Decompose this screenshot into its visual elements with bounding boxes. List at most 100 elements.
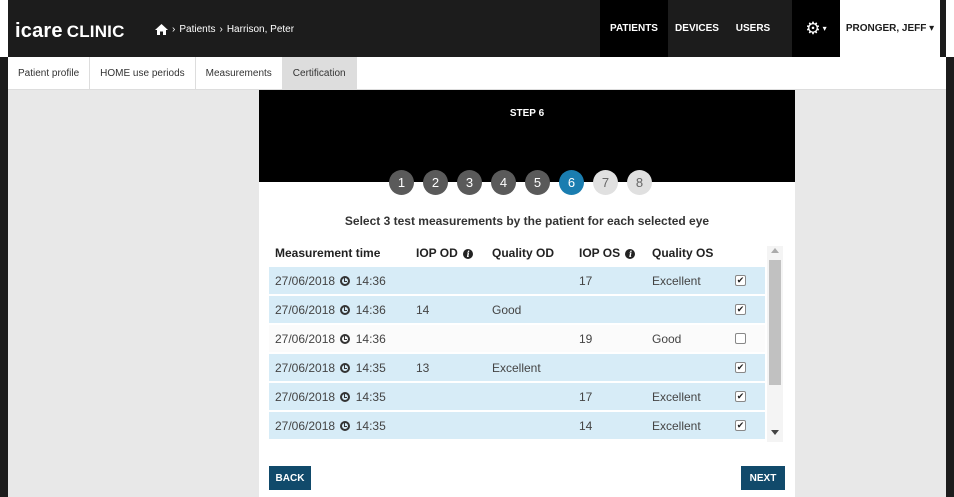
iop-od-value: 13: [416, 361, 430, 375]
row-checkbox[interactable]: ✔: [735, 420, 746, 431]
breadcrumb-patients[interactable]: Patients: [179, 24, 215, 35]
tab-patient-profile[interactable]: Patient profile: [8, 57, 91, 90]
certification-wizard: STEP 6 1 2 3 4 5 6 7 8 Select 3 test mea…: [259, 90, 795, 497]
measurement-clock-time: 14:35: [355, 390, 386, 404]
header-iop-od-label: IOP OD: [416, 246, 458, 260]
iop-od-value: 14: [416, 303, 430, 317]
table-row[interactable]: 27/06/2018 14:36 19 Good: [269, 325, 765, 353]
quality-od-value: Good: [492, 303, 522, 317]
clock-icon: [340, 363, 351, 373]
quality-os-value: Excellent: [652, 274, 701, 288]
measurement-time: 27/06/2018 14:35: [275, 419, 386, 433]
measurement-clock-time: 14:36: [355, 332, 386, 346]
info-icon[interactable]: i: [625, 248, 636, 259]
breadcrumb-separator: ›: [219, 24, 223, 35]
row-checkbox[interactable]: [735, 333, 746, 344]
tab-certification[interactable]: Certification: [282, 57, 357, 90]
quality-os-value: Excellent: [652, 390, 701, 404]
tab-measurements[interactable]: Measurements: [196, 57, 283, 90]
brand-name: icare: [15, 20, 63, 42]
row-checkbox[interactable]: ✔: [735, 275, 746, 286]
measurement-date: 27/06/2018: [275, 274, 336, 288]
header-measurement-time: Measurement time: [275, 246, 381, 260]
table-row[interactable]: 27/06/2018 14:35 13 Excellent ✔: [269, 354, 765, 382]
clock-icon: [340, 392, 351, 402]
next-button[interactable]: NEXT: [741, 466, 785, 490]
wizard-header: STEP 6: [259, 90, 795, 182]
scroll-down-icon[interactable]: [771, 430, 779, 435]
measurement-clock-time: 14:36: [355, 274, 386, 288]
table-row[interactable]: 27/06/2018 14:35 17 Excellent ✔: [269, 383, 765, 411]
breadcrumb-patient-name: Harrison, Peter: [226, 24, 295, 35]
clock-icon: [340, 334, 351, 344]
quality-od-value: Excellent: [492, 361, 541, 375]
measurement-date: 27/06/2018: [275, 390, 336, 404]
quality-os-value: Excellent: [652, 419, 701, 433]
clock-icon: [340, 276, 351, 286]
iop-os-value: 14: [579, 419, 593, 433]
clock-icon: [340, 305, 351, 315]
header-quality-od: Quality OD: [492, 246, 555, 260]
header-quality-os: Quality OS: [652, 246, 714, 260]
settings-menu[interactable]: ⚙ ▾: [792, 0, 840, 57]
header-iop-os-label: IOP OS: [579, 246, 621, 260]
right-edge: [946, 57, 954, 497]
row-checkbox[interactable]: ✔: [735, 391, 746, 402]
step-4[interactable]: 4: [491, 170, 516, 195]
measurement-date: 27/06/2018: [275, 303, 336, 317]
table-row[interactable]: 27/06/2018 14:35 14 Excellent ✔: [269, 412, 765, 440]
tab-home-use-periods[interactable]: HOME use periods: [90, 57, 196, 90]
step-8: 8: [627, 170, 652, 195]
step-title: STEP 6: [509, 108, 545, 119]
clock-icon: [340, 421, 351, 431]
header-iop-od: IOP OD i: [416, 246, 474, 260]
step-7: 7: [593, 170, 618, 195]
measurement-date: 27/06/2018: [275, 419, 336, 433]
breadcrumb: › Patients › Harrison, Peter: [155, 24, 294, 35]
instruction-text: Select 3 test measurements by the patien…: [344, 214, 710, 228]
measurement-time: 27/06/2018 14:36: [275, 303, 386, 317]
chevron-down-icon: ▾: [822, 24, 827, 33]
brand-logo[interactable]: icare CLINIC: [15, 20, 125, 43]
brand-suffix: CLINIC: [66, 22, 125, 41]
step-6-current[interactable]: 6: [559, 170, 584, 195]
measurements-table[interactable]: 27/06/2018 14:36 17 Excellent ✔ 27/06/20…: [269, 267, 765, 443]
nav-users[interactable]: USERS: [726, 0, 780, 57]
iop-os-value: 17: [579, 274, 593, 288]
table-row[interactable]: 27/06/2018 14:36 14 Good ✔: [269, 296, 765, 324]
step-1[interactable]: 1: [389, 170, 414, 195]
measurement-clock-time: 14:35: [355, 361, 386, 375]
iop-os-value: 19: [579, 332, 593, 346]
step-5[interactable]: 5: [525, 170, 550, 195]
home-icon[interactable]: [155, 24, 168, 35]
quality-os-value: Good: [652, 332, 682, 346]
breadcrumb-separator: ›: [172, 24, 176, 35]
info-icon[interactable]: i: [463, 248, 474, 259]
measurement-time: 27/06/2018 14:35: [275, 390, 386, 404]
step-2[interactable]: 2: [423, 170, 448, 195]
scroll-up-icon[interactable]: [771, 248, 779, 253]
measurement-time: 27/06/2018 14:36: [275, 332, 386, 346]
table-scrollbar[interactable]: [767, 246, 783, 442]
measurement-date: 27/06/2018: [275, 332, 336, 346]
patient-tabs: Patient profile HOME use periods Measure…: [8, 57, 946, 90]
scrollbar-thumb[interactable]: [769, 260, 781, 385]
user-menu[interactable]: PRONGER, JEFF ▾: [840, 0, 940, 57]
left-edge: [0, 57, 8, 497]
nav-devices[interactable]: DEVICES: [668, 0, 726, 57]
step-3[interactable]: 3: [457, 170, 482, 195]
measurement-clock-time: 14:35: [355, 419, 386, 433]
measurement-clock-time: 14:36: [355, 303, 386, 317]
table-header: Measurement time IOP OD i Quality OD IOP…: [269, 246, 769, 266]
gear-icon: ⚙: [805, 18, 821, 38]
step-indicator: 1 2 3 4 5 6 7 8: [389, 170, 652, 195]
header-iop-os: IOP OS i: [579, 246, 636, 260]
top-navbar: icare CLINIC › Patients › Harrison, Peter…: [8, 0, 946, 57]
iop-os-value: 17: [579, 390, 593, 404]
measurement-time: 27/06/2018 14:35: [275, 361, 386, 375]
nav-patients[interactable]: PATIENTS: [600, 0, 668, 57]
back-button[interactable]: BACK: [269, 466, 311, 490]
row-checkbox[interactable]: ✔: [735, 304, 746, 315]
table-row[interactable]: 27/06/2018 14:36 17 Excellent ✔: [269, 267, 765, 295]
row-checkbox[interactable]: ✔: [735, 362, 746, 373]
